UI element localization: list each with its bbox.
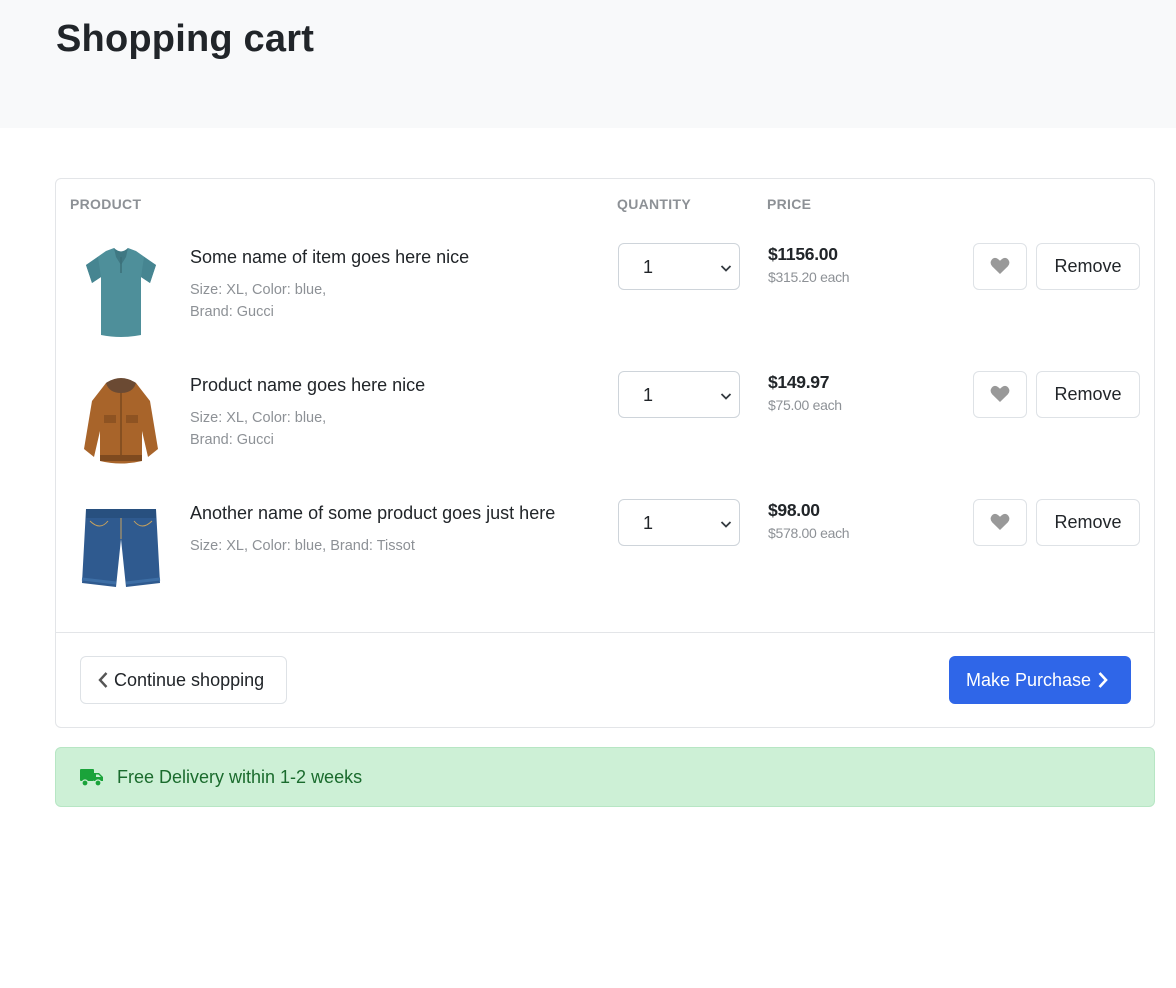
- quantity-value: 1: [643, 385, 654, 405]
- column-header-product: PRODUCT: [70, 196, 142, 212]
- remove-button[interactable]: Remove: [1036, 243, 1140, 290]
- delivery-text: Free Delivery within 1-2 weeks: [117, 766, 363, 787]
- truck-icon: [80, 769, 103, 787]
- product-meta-line: Size: XL, Color: blue, Brand: Tissot: [190, 538, 415, 554]
- column-header-quantity: QUANTITY: [617, 196, 691, 212]
- quantity-select[interactable]: 1: [618, 371, 740, 418]
- page-header: Shopping cart: [0, 0, 1176, 128]
- card-divider: [56, 632, 1154, 633]
- product-meta-line: Size: XL, Color: blue,: [190, 410, 327, 426]
- favorite-button[interactable]: [973, 371, 1027, 418]
- product-meta: Size: XL, Color: blue, Brand: Gucci: [190, 279, 490, 323]
- quantity-select[interactable]: 1: [618, 499, 740, 546]
- make-purchase-button[interactable]: Make Purchase: [949, 656, 1131, 704]
- chevron-down-icon: [720, 265, 732, 272]
- product-name[interactable]: Another name of some product goes just h…: [190, 503, 555, 524]
- heart-icon: [990, 513, 1010, 530]
- product-image-shorts[interactable]: [78, 499, 164, 599]
- chevron-left-icon: [98, 672, 108, 688]
- product-meta-line: Brand: Gucci: [190, 304, 274, 320]
- cart-item-row: Some name of item goes here nice Size: X…: [56, 243, 1156, 371]
- item-unit-price: $315.20 each: [768, 269, 850, 285]
- remove-button[interactable]: Remove: [1036, 371, 1140, 418]
- chevron-down-icon: [720, 393, 732, 400]
- cart-item-row: Another name of some product goes just h…: [56, 499, 1156, 627]
- heart-icon: [990, 257, 1010, 274]
- item-unit-price: $75.00 each: [768, 397, 842, 413]
- product-meta: Size: XL, Color: blue, Brand: Tissot: [190, 535, 490, 557]
- item-unit-price: $578.00 each: [768, 525, 850, 541]
- column-header-price: PRICE: [767, 196, 812, 212]
- product-image-jacket[interactable]: [78, 371, 164, 471]
- product-name[interactable]: Some name of item goes here nice: [190, 247, 469, 268]
- heart-icon: [990, 385, 1010, 402]
- make-purchase-label: Make Purchase: [966, 669, 1092, 690]
- product-meta: Size: XL, Color: blue, Brand: Gucci: [190, 407, 490, 451]
- product-meta-line: Size: XL, Color: blue,: [190, 282, 327, 298]
- cart-card: PRODUCT QUANTITY PRICE Some name of item…: [55, 178, 1155, 728]
- item-total-price: $149.97: [768, 372, 830, 392]
- favorite-button[interactable]: [973, 243, 1027, 290]
- delivery-alert: Free Delivery within 1-2 weeks: [55, 747, 1155, 807]
- continue-shopping-label: Continue shopping: [114, 669, 265, 690]
- item-total-price: $98.00: [768, 500, 820, 520]
- chevron-down-icon: [720, 521, 732, 528]
- quantity-value: 1: [643, 513, 654, 533]
- cart-item-row: Product name goes here nice Size: XL, Co…: [56, 371, 1156, 499]
- item-total-price: $1156.00: [768, 244, 838, 264]
- chevron-right-icon: [1098, 672, 1108, 688]
- quantity-value: 1: [643, 257, 654, 277]
- favorite-button[interactable]: [973, 499, 1027, 546]
- quantity-select[interactable]: 1: [618, 243, 740, 290]
- product-name[interactable]: Product name goes here nice: [190, 375, 425, 396]
- continue-shopping-button[interactable]: Continue shopping: [80, 656, 287, 704]
- product-image-polo[interactable]: [78, 243, 164, 343]
- page-title: Shopping cart: [56, 18, 315, 60]
- product-meta-line: Brand: Gucci: [190, 432, 274, 448]
- remove-button[interactable]: Remove: [1036, 499, 1140, 546]
